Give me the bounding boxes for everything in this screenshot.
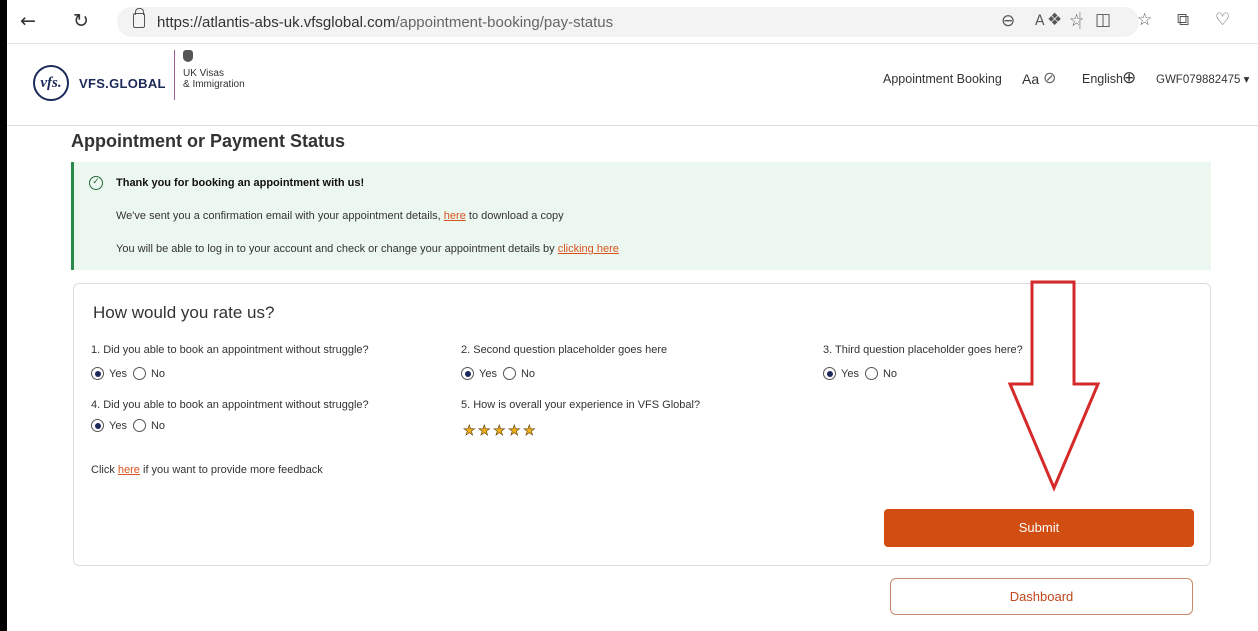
hide-eye-icon[interactable]: ⊘: [1043, 68, 1056, 87]
star-icon[interactable]: ★: [508, 424, 521, 439]
extensions-icon[interactable]: ❖: [1047, 9, 1062, 31]
crest-icon: [183, 50, 193, 62]
alert-line-2: You will be able to log in to your accou…: [116, 243, 619, 255]
alert-line-2-text: You will be able to log in to your accou…: [116, 243, 555, 255]
q2-no-label: No: [520, 367, 536, 380]
url-path: /appointment-booking/pay-status: [395, 14, 614, 31]
feedback-suffix: if you want to provide more feedback: [143, 464, 323, 476]
account-menu[interactable]: GWF079882475 ▾: [1156, 72, 1249, 86]
star-icon[interactable]: ★: [523, 424, 536, 439]
globe-icon[interactable]: ⊕: [1122, 68, 1136, 88]
alert-line-1-suffix: to download a copy: [468, 210, 564, 222]
q2-no-radio[interactable]: [502, 367, 516, 380]
q2-yes-radio[interactable]: [461, 367, 474, 380]
q1-no-label: No: [150, 367, 166, 380]
submit-button[interactable]: Submit: [884, 509, 1194, 547]
address-bar[interactable]: https://atlantis-abs-uk.vfsglobal.com/ap…: [117, 7, 1139, 37]
browser-window: ← ↻ https://atlantis-abs-uk.vfsglobal.co…: [7, 0, 1258, 631]
read-aloud-icon[interactable]: A: [1035, 10, 1045, 32]
browser-essentials-icon[interactable]: ♡: [1215, 9, 1230, 31]
question-3: 3. Third question placeholder goes here?: [823, 344, 1023, 356]
q1-yes-label: Yes: [109, 367, 127, 380]
question-2: 2. Second question placeholder goes here: [461, 344, 668, 356]
question-4-options: Yes No: [91, 419, 171, 432]
feedback-prefix: Click: [91, 464, 115, 476]
collections-icon[interactable]: ⧉: [1177, 9, 1189, 31]
annotation-arrow: [1007, 280, 1101, 492]
split-screen-icon[interactable]: ◫: [1095, 9, 1111, 31]
star-icon[interactable]: ★: [493, 424, 506, 439]
zoom-icon[interactable]: ⊖: [1001, 10, 1015, 32]
refresh-icon[interactable]: ↻: [71, 11, 91, 31]
q4-no-radio[interactable]: [132, 419, 146, 432]
download-copy-link[interactable]: here: [444, 210, 466, 222]
language-selector[interactable]: English: [1082, 72, 1123, 86]
alert-line-1-text: We've sent you a confirmation email with…: [116, 210, 441, 222]
q1-no-radio[interactable]: [132, 367, 146, 380]
url-text: https://atlantis-abs-uk.vfsglobal.com/ap…: [157, 14, 613, 31]
lock-icon: [133, 8, 145, 28]
favorites-icon[interactable]: ☆: [1137, 9, 1152, 31]
nav-appointment-booking[interactable]: Appointment Booking: [883, 72, 1002, 86]
more-feedback-text: Click here if you want to provide more f…: [91, 464, 323, 476]
star-rating[interactable]: ★ ★ ★ ★ ★: [463, 424, 536, 439]
question-2-options: Yes No: [461, 367, 541, 380]
url-host: https://atlantis-abs-uk.vfsglobal.com: [157, 14, 396, 31]
question-4: 4. Did you able to book an appointment w…: [91, 399, 369, 411]
q3-no-radio[interactable]: [864, 367, 878, 380]
partner-line-1: UK Visas: [183, 68, 224, 79]
alert-title: Thank you for booking an appointment wit…: [116, 177, 365, 189]
vfs-logo[interactable]: vfs.: [33, 65, 69, 101]
more-feedback-link[interactable]: here: [118, 464, 140, 476]
question-1-options: Yes No: [91, 367, 171, 380]
star-icon[interactable]: ★: [478, 424, 491, 439]
question-3-options: Yes No: [823, 367, 903, 380]
q4-yes-label: Yes: [109, 419, 127, 432]
text-size-toggle[interactable]: Aa: [1022, 71, 1039, 87]
partner-line-2: & Immigration: [183, 79, 245, 90]
browser-toolbar: ← ↻ https://atlantis-abs-uk.vfsglobal.co…: [7, 0, 1258, 44]
q1-yes-radio[interactable]: [91, 367, 104, 380]
q3-yes-radio[interactable]: [823, 367, 836, 380]
question-5: 5. How is overall your experience in VFS…: [461, 399, 701, 411]
site-header: vfs. VFS.GLOBAL UK Visas & Immigration A…: [7, 44, 1258, 126]
q4-yes-radio[interactable]: [91, 419, 104, 432]
toolbar-divider: |: [1077, 10, 1083, 30]
star-icon[interactable]: ★: [463, 424, 476, 439]
question-1: 1. Did you able to book an appointment w…: [91, 344, 369, 356]
back-arrow-icon[interactable]: ←: [18, 11, 38, 31]
q4-no-label: No: [150, 419, 166, 432]
logo-divider: [174, 50, 175, 100]
success-alert: ✓ Thank you for booking an appointment w…: [71, 162, 1211, 270]
rating-title: How would you rate us?: [93, 303, 275, 322]
check-circle-icon: ✓: [89, 176, 103, 190]
account-login-link[interactable]: clicking here: [558, 243, 619, 255]
q3-yes-label: Yes: [841, 367, 859, 380]
dashboard-button[interactable]: Dashboard: [890, 578, 1193, 615]
q2-yes-label: Yes: [479, 367, 497, 380]
arrow-outline: [1007, 280, 1101, 492]
alert-line-1: We've sent you a confirmation email with…: [116, 210, 564, 222]
q3-no-label: No: [882, 367, 898, 380]
page-title: Appointment or Payment Status: [71, 131, 346, 151]
vfs-logo-text: VFS.GLOBAL: [79, 76, 166, 91]
